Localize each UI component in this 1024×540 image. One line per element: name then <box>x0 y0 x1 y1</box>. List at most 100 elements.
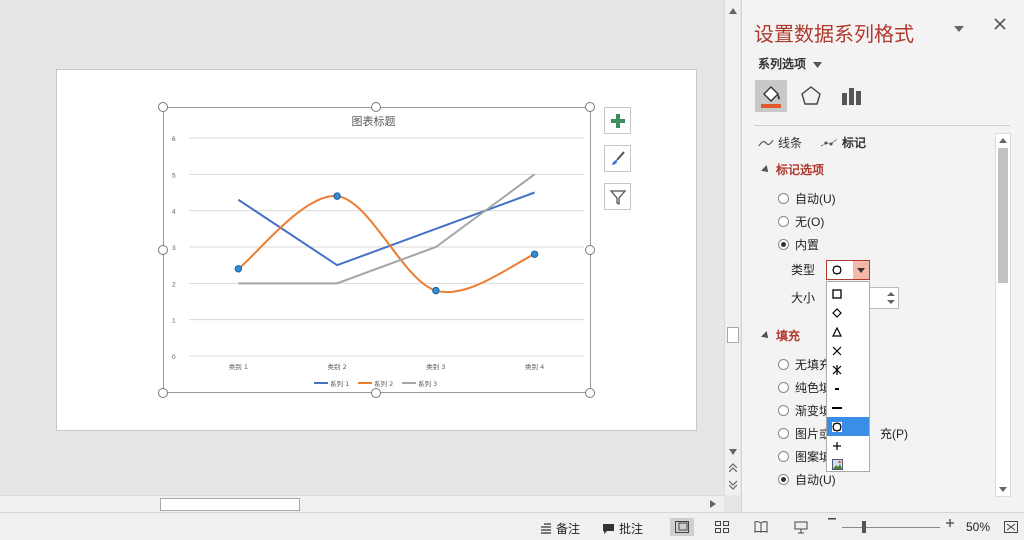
comments-button[interactable]: 批注 <box>602 520 643 537</box>
canvas-vertical-scrollbar[interactable] <box>724 0 740 495</box>
radio-button[interactable] <box>778 451 789 462</box>
radio-marker-none[interactable]: 无(O) <box>778 213 824 230</box>
x-tick-label: 类别 2 <box>328 362 347 371</box>
arrow-down-icon <box>729 449 737 455</box>
collapse-triangle-icon <box>761 164 771 175</box>
resize-handle-bottom-left[interactable] <box>158 388 168 398</box>
tab-marker[interactable]: 标记 <box>820 134 866 151</box>
tab-series-options[interactable] <box>835 80 867 112</box>
marker-options-heading: 标记选项 <box>776 163 825 177</box>
zoom-slider-thumb[interactable] <box>862 521 866 533</box>
selected-point-marker <box>530 250 539 258</box>
radio-marker-auto[interactable]: 自动(U) <box>778 190 836 207</box>
format-data-series-pane: 设置数据系列格式 系列选项 线条 标记 标记选项 自动(U) 无(O) 内置 类… <box>741 0 1024 512</box>
slide-canvas[interactable]: 图表标题 0 1 2 3 4 5 6 类别 1 类别 2 类别 3 类别 4 系列 1 系列 2 系列 3 <box>0 0 724 495</box>
zoom-level[interactable]: 50% <box>966 520 990 534</box>
resize-handle-right[interactable] <box>585 245 595 255</box>
picture-marker-icon <box>832 459 843 470</box>
horizontal-scroll-thumb[interactable] <box>160 498 300 511</box>
dd-option-long-dash[interactable] <box>827 398 869 417</box>
radio-fill-solid[interactable]: 纯色填 <box>778 379 831 396</box>
scroll-right-button[interactable] <box>706 497 720 511</box>
marker-options-section[interactable]: 标记选项 <box>761 161 825 178</box>
notes-button[interactable]: 备注 <box>540 520 580 537</box>
series-options-dropdown[interactable]: 系列选项 <box>758 55 823 72</box>
chart-elements-button[interactable] <box>604 107 631 134</box>
resize-handle-top-right[interactable] <box>585 102 595 112</box>
resize-handle-bottom-right[interactable] <box>585 388 595 398</box>
scroll-up-button[interactable] <box>726 4 740 18</box>
marker-type-select[interactable] <box>826 260 870 280</box>
slide-sorter-button[interactable] <box>713 519 731 535</box>
marker-type-dropdown-list[interactable] <box>826 281 870 472</box>
resize-handle-top-left[interactable] <box>158 102 168 112</box>
pane-scrollbar[interactable] <box>995 133 1011 497</box>
dd-option-star[interactable] <box>827 360 869 379</box>
slideshow-button[interactable] <box>792 519 810 535</box>
dd-option-plus[interactable] <box>827 436 869 455</box>
zoom-out-button[interactable] <box>828 518 836 520</box>
chart-filters-button[interactable] <box>604 183 631 210</box>
pane-scroll-thumb[interactable] <box>998 148 1008 283</box>
previous-slide-button[interactable] <box>726 461 740 475</box>
radio-button[interactable] <box>778 382 789 393</box>
radio-fill-none[interactable]: 无填充 <box>778 356 831 373</box>
radio-fill-pattern[interactable]: 图案填 <box>778 448 831 465</box>
zoom-slider-track[interactable] <box>842 527 940 528</box>
zoom-in-button[interactable] <box>946 519 954 527</box>
dd-option-diamond[interactable] <box>827 303 869 322</box>
fit-window-icon <box>1004 521 1018 533</box>
short-dash-marker-icon <box>835 387 839 390</box>
arrow-down-icon <box>999 487 1007 492</box>
arrow-right-icon <box>710 500 716 508</box>
fit-to-window-button[interactable] <box>1002 519 1020 535</box>
comments-label: 批注 <box>619 522 644 536</box>
radio-button[interactable] <box>778 193 789 204</box>
dd-option-short-dash[interactable] <box>827 379 869 398</box>
diamond-marker-icon <box>832 307 842 318</box>
tab-line[interactable]: 线条 <box>758 134 802 151</box>
next-slide-button[interactable] <box>726 478 740 492</box>
line-chart[interactable]: 图表标题 0 1 2 3 4 5 6 类别 1 类别 2 类别 3 类别 4 系列 1 系列 2 系列 3 <box>164 108 592 394</box>
marker-type-label: 类型 <box>791 263 816 277</box>
star-marker-icon <box>832 364 842 375</box>
radio-button-selected[interactable] <box>778 474 789 485</box>
radio-button[interactable] <box>778 359 789 370</box>
resize-handle-left[interactable] <box>158 245 168 255</box>
close-pane-button[interactable] <box>994 17 1006 35</box>
fill-heading: 填充 <box>776 329 801 343</box>
normal-view-button[interactable] <box>670 518 694 536</box>
vertical-scroll-thumb[interactable] <box>727 327 739 343</box>
resize-handle-bottom[interactable] <box>371 388 381 398</box>
fill-section[interactable]: 填充 <box>761 327 801 344</box>
resize-handle-top[interactable] <box>371 102 381 112</box>
square-marker-icon <box>832 288 842 299</box>
marker-size-spinner[interactable] <box>869 287 899 309</box>
chart-frame[interactable]: 图表标题 0 1 2 3 4 5 6 类别 1 类别 2 类别 3 类别 4 系列 1 系列 2 系列 3 <box>163 107 591 393</box>
pane-options-button[interactable] <box>954 20 964 36</box>
radio-button[interactable] <box>778 405 789 416</box>
marker-type-dropdown-arrow[interactable] <box>853 261 869 279</box>
chart-styles-button[interactable] <box>604 145 631 172</box>
reading-view-button[interactable] <box>752 519 770 535</box>
normal-view-icon <box>675 521 689 533</box>
scroll-down-button[interactable] <box>726 445 740 459</box>
radio-marker-builtin[interactable]: 内置 <box>778 236 819 253</box>
funnel-icon <box>609 189 626 205</box>
dd-option-x[interactable] <box>827 341 869 360</box>
dd-option-triangle[interactable] <box>827 322 869 341</box>
dd-option-square[interactable] <box>827 284 869 303</box>
radio-button[interactable] <box>778 216 789 227</box>
radio-fill-gradient[interactable]: 渐变填 <box>778 402 831 419</box>
radio-button[interactable] <box>778 428 789 439</box>
y-tick-label: 2 <box>172 281 176 288</box>
radio-label-suffix: 充(P) <box>880 427 909 441</box>
radio-button-selected[interactable] <box>778 239 789 250</box>
dd-option-picture[interactable] <box>827 455 869 474</box>
canvas-horizontal-scrollbar[interactable] <box>0 495 724 512</box>
tab-effects[interactable] <box>795 80 827 112</box>
radio-label: 自动(U) <box>795 192 836 206</box>
dd-option-circle[interactable] <box>827 417 869 436</box>
pentagon-icon <box>801 86 821 105</box>
tab-fill-line[interactable] <box>755 80 787 112</box>
